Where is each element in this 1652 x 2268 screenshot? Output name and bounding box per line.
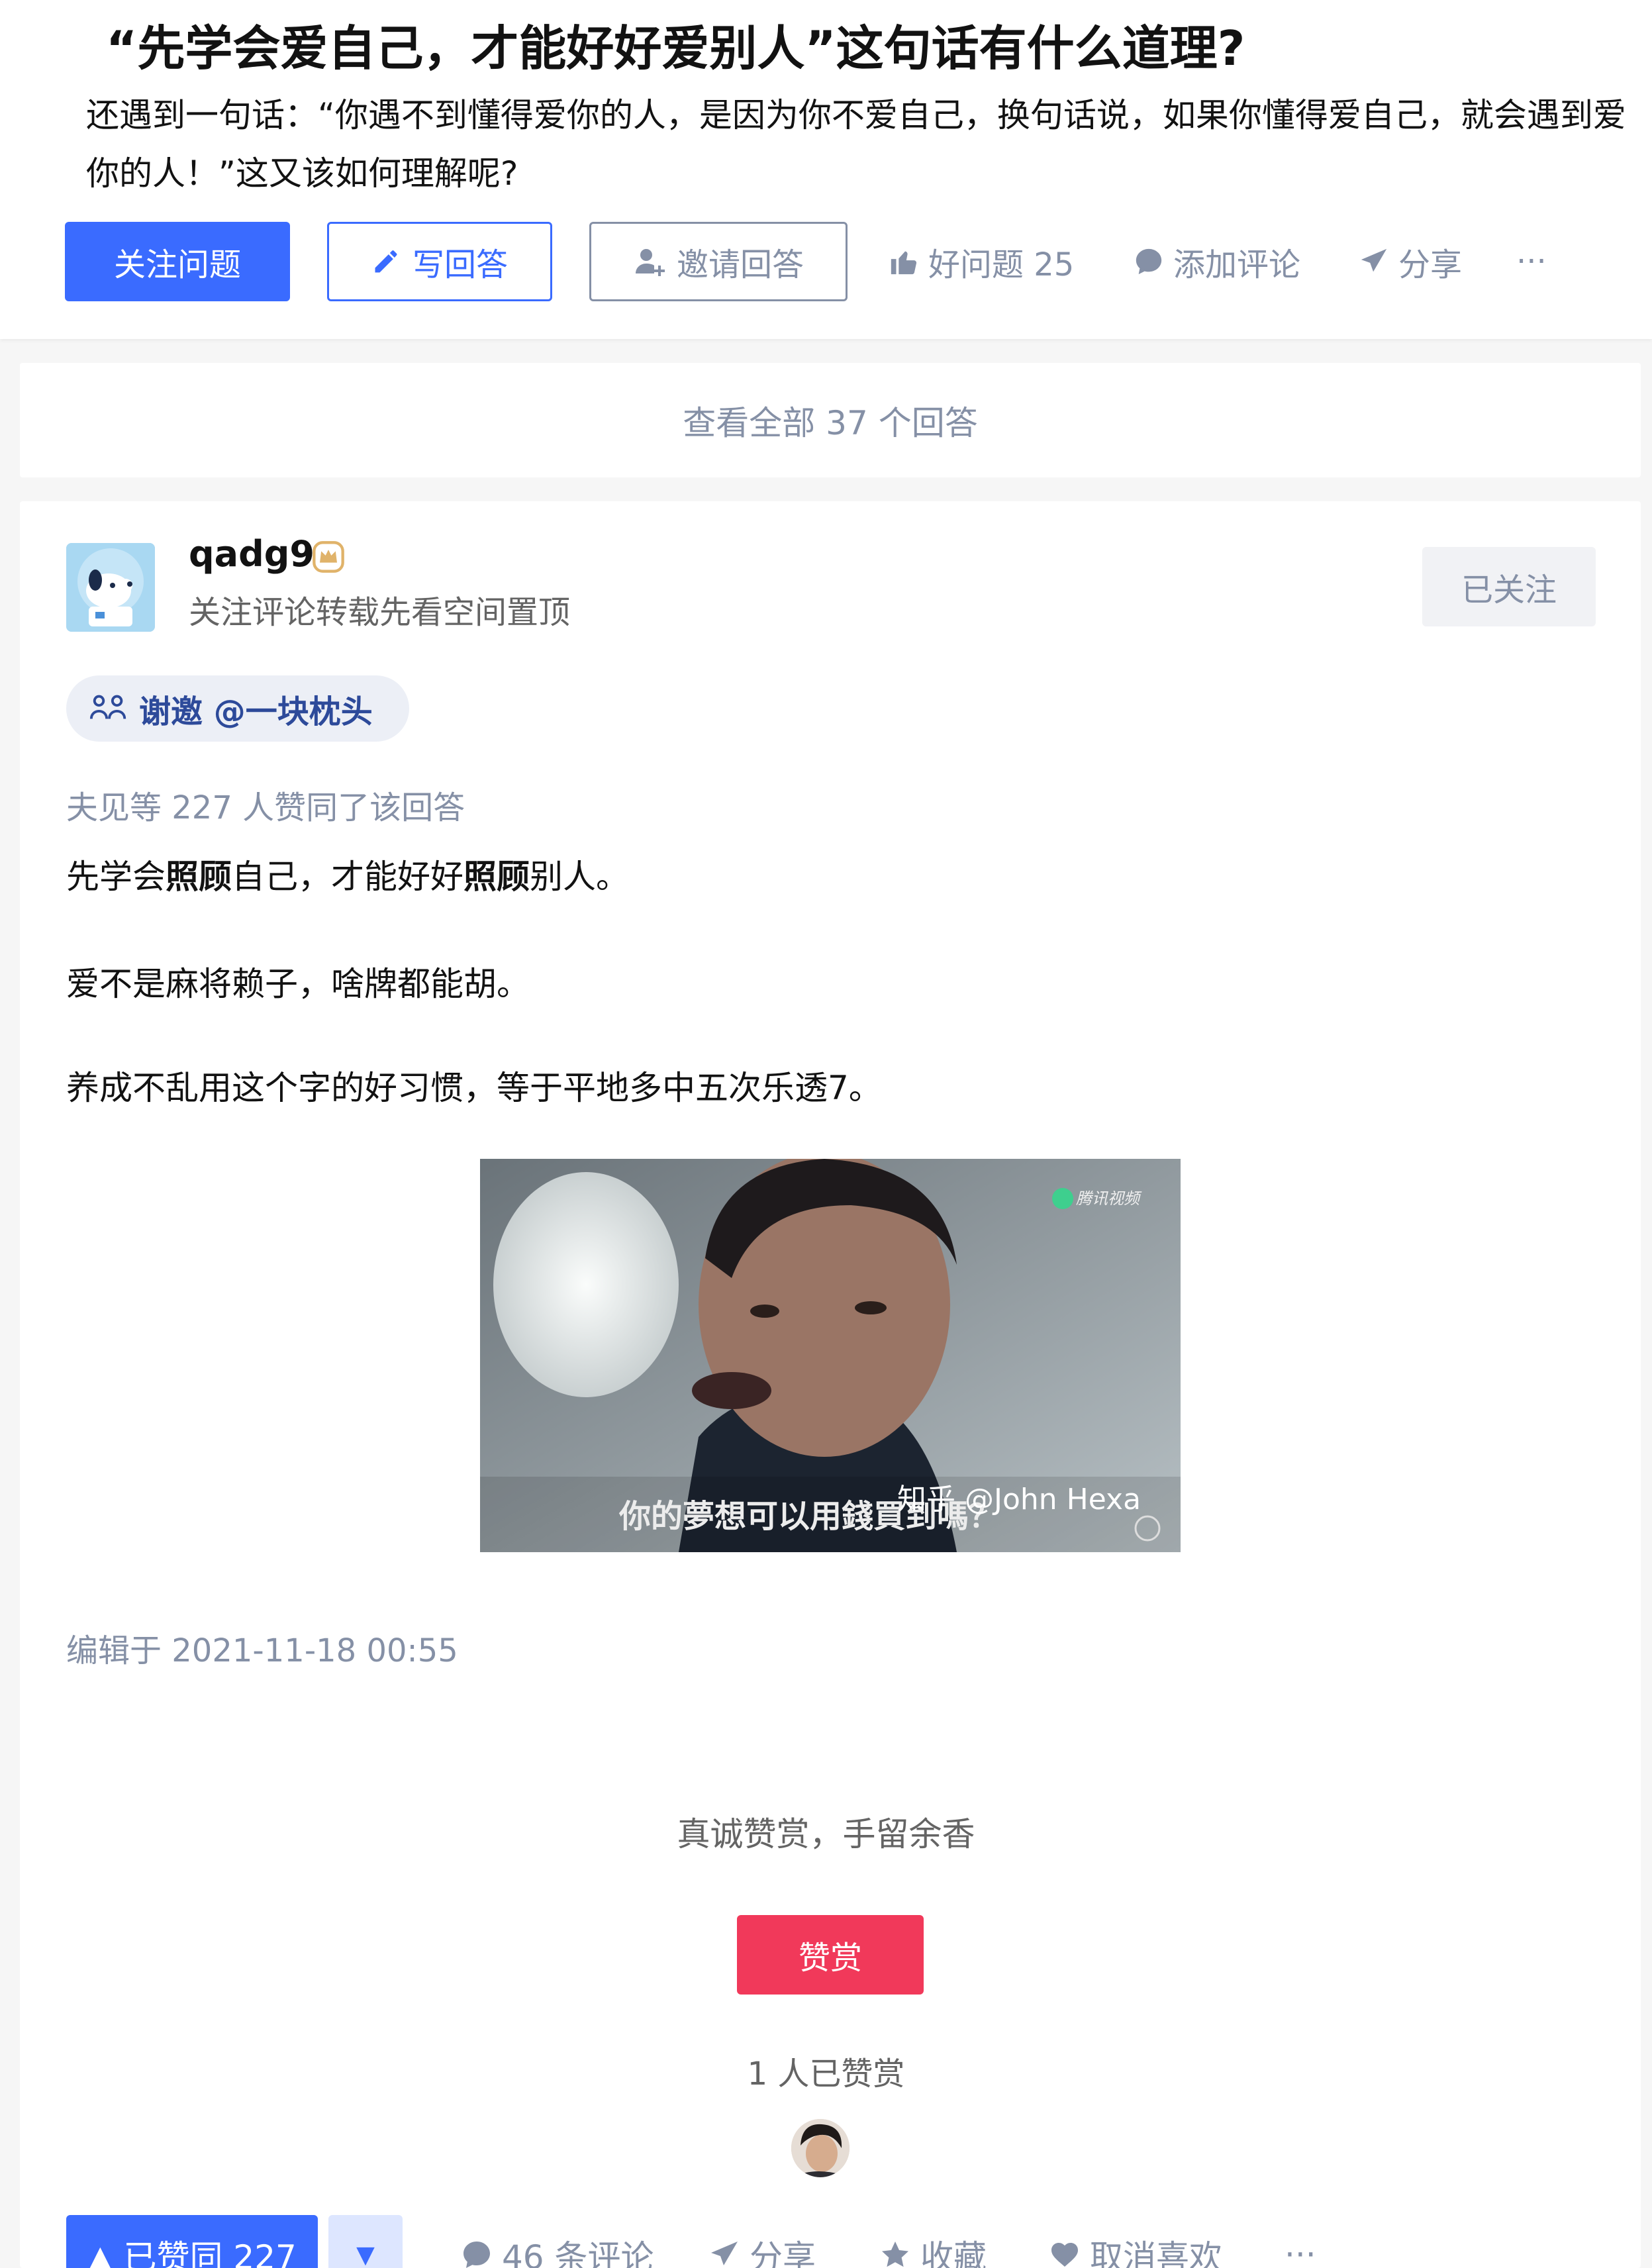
question-header: “先学会爱自己，才能好好爱别人”这句话有什么道理? 还遇到一句话：“你遇不到懂得… bbox=[0, 0, 1652, 339]
reward-count: 1 人已赞赏 bbox=[747, 2055, 905, 2093]
author-bio: 关注评论转载先看空间置顶 bbox=[189, 594, 571, 631]
comment-icon bbox=[1136, 248, 1162, 275]
view-all-label: 查看全部 37 个回答 bbox=[683, 403, 978, 442]
more-options-button[interactable]: ··· bbox=[1516, 235, 1547, 288]
add-comment-button[interactable]: 添加评论 bbox=[1134, 235, 1300, 288]
share-question-label: 分享 bbox=[1398, 246, 1463, 283]
comment-icon bbox=[463, 2242, 490, 2268]
crown-badge-icon bbox=[313, 541, 344, 573]
answer-paragraph-1: 先学会照顾自己，才能好好照顾别人。 bbox=[66, 858, 629, 896]
thumb-up-icon bbox=[891, 251, 917, 275]
share-answer-button[interactable]: 分享 bbox=[708, 2228, 816, 2268]
image-watermark: 知乎 @John Hexa bbox=[897, 1483, 1142, 1516]
avatar-image bbox=[66, 543, 155, 632]
people-icon bbox=[89, 695, 126, 719]
unlike-button[interactable]: 取消喜欢 bbox=[1049, 2228, 1222, 2268]
thanks-invite-tag[interactable]: 谢邀 @一块枕头 bbox=[66, 675, 409, 742]
write-answer-label: 写回答 bbox=[412, 246, 508, 283]
share-icon bbox=[1361, 248, 1387, 272]
share-answer-label: 分享 bbox=[750, 2238, 816, 2268]
write-answer-button[interactable]: 写回答 bbox=[327, 222, 552, 301]
edit-time: 编辑于 2021-11-18 00:55 bbox=[66, 1632, 458, 1669]
good-question-button[interactable]: 好问题 25 bbox=[889, 235, 1074, 288]
share-question-button[interactable]: 分享 bbox=[1359, 235, 1462, 288]
answer-paragraph-2: 爱不是麻将赖子，啥牌都能胡。 bbox=[66, 965, 530, 1003]
rewarder-avatar[interactable] bbox=[791, 2119, 850, 2177]
more-label: ··· bbox=[1516, 243, 1547, 280]
vote-info: 夫见等 227 人赞同了该回答 bbox=[66, 789, 465, 826]
answer-image[interactable]: 腾讯视频 你的夢想可以用錢買到嗎？ 知乎 @John Hexa bbox=[480, 1159, 1181, 1552]
answer-paragraph-3: 养成不乱用这个字的好习惯，等于平地多中五次乐透7。 bbox=[66, 1069, 882, 1107]
star-icon bbox=[882, 2242, 908, 2267]
reward-prompt: 真诚赞赏，手留余香 bbox=[677, 1815, 975, 1853]
answer-more-label: ··· bbox=[1285, 2236, 1316, 2268]
avatar[interactable] bbox=[66, 543, 155, 632]
rewarder-avatar-image bbox=[791, 2119, 850, 2177]
pencil-icon bbox=[375, 250, 397, 273]
invite-answer-label: 邀请回答 bbox=[676, 246, 804, 283]
collect-label: 收藏 bbox=[920, 2238, 987, 2268]
comments-label: 46 条评论 bbox=[502, 2238, 654, 2268]
invite-answer-button[interactable]: 邀请回答 bbox=[589, 222, 848, 301]
heart-icon bbox=[1051, 2243, 1078, 2267]
question-description: 还遇到一句话：“你遇不到懂得爱你的人，是因为你不爱自己，换句话说，如果你懂得爱自… bbox=[86, 96, 1626, 193]
reward-button[interactable]: 赞赏 bbox=[737, 1915, 924, 1995]
author-name[interactable]: qadg9 bbox=[189, 533, 315, 575]
vote-up-button[interactable]: ▲ 已赞同 227 bbox=[66, 2215, 318, 2268]
question-title: “先学会爱自己，才能好好爱别人”这句话有什么道理? bbox=[106, 21, 1245, 76]
answer-more-button[interactable]: ··· bbox=[1285, 2228, 1316, 2268]
view-all-answers-button[interactable]: 查看全部 37 个回答 bbox=[20, 363, 1641, 477]
unlike-label: 取消喜欢 bbox=[1090, 2238, 1222, 2268]
followed-button[interactable]: 已关注 bbox=[1422, 547, 1596, 626]
comments-button[interactable]: 46 条评论 bbox=[461, 2228, 654, 2268]
collect-button[interactable]: 收藏 bbox=[879, 2228, 987, 2268]
good-question-label: 好问题 25 bbox=[928, 246, 1075, 283]
add-comment-label: 添加评论 bbox=[1173, 246, 1301, 283]
share-icon bbox=[711, 2242, 738, 2265]
vote-down-button[interactable]: ▼ bbox=[328, 2215, 403, 2268]
video-logo-text: 腾讯视频 bbox=[1076, 1189, 1140, 1208]
thanks-label: 谢邀 @一块枕头 bbox=[139, 693, 373, 730]
add-user-icon bbox=[635, 249, 665, 276]
follow-question-button[interactable]: 关注问题 bbox=[65, 222, 290, 301]
